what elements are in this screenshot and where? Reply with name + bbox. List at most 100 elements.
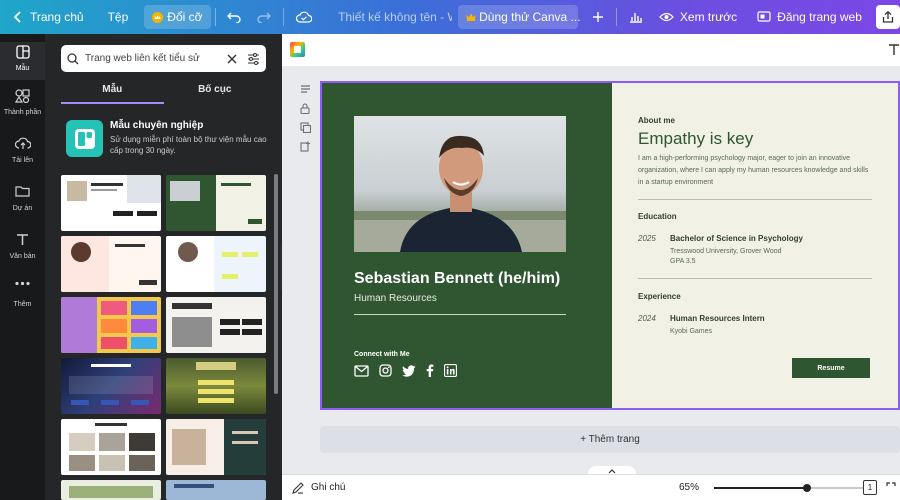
facebook-icon[interactable]: [426, 364, 434, 377]
cloud-save-button[interactable]: [288, 5, 320, 29]
notes-icon[interactable]: [300, 84, 314, 103]
profile-column: Sebastian Bennett (he/him) Human Resourc…: [322, 83, 612, 408]
thumbnail-button: [198, 389, 234, 394]
education-year[interactable]: 2025: [638, 234, 656, 243]
undo-button[interactable]: [219, 5, 249, 29]
redo-button[interactable]: [249, 5, 279, 29]
education-gpa[interactable]: GPA 3.5: [670, 258, 696, 265]
resume-button[interactable]: Resume: [792, 358, 870, 378]
thumbnail-text: [232, 441, 258, 444]
rail-label: Tải lên: [11, 157, 33, 164]
redo-icon: [257, 11, 272, 23]
fullscreen-icon[interactable]: [886, 482, 896, 494]
template-thumbnail[interactable]: [61, 419, 161, 475]
crown-icon: [152, 11, 164, 23]
template-thumbnail[interactable]: [61, 236, 161, 292]
thumbnail-text: [115, 244, 145, 247]
add-button[interactable]: [584, 5, 612, 29]
linkedin-icon[interactable]: [444, 364, 457, 377]
profile-name[interactable]: Sebastian Bennett (he/him): [354, 270, 560, 288]
template-thumbnail[interactable]: [166, 297, 266, 353]
connect-heading[interactable]: Connect with Me: [354, 351, 410, 358]
clear-icon[interactable]: [227, 54, 237, 64]
thumbnail-text: [91, 364, 131, 367]
headline[interactable]: Empathy is key: [638, 129, 753, 149]
template-thumbnail[interactable]: [166, 236, 266, 292]
details-column: About me Empathy is key I am a high-perf…: [612, 83, 898, 408]
filter-icon[interactable]: [247, 52, 260, 65]
thumbnail-block: [101, 337, 127, 349]
lock-icon[interactable]: [300, 103, 314, 122]
thumbnail-button: [248, 219, 262, 224]
crown-icon: [466, 13, 476, 22]
education-label[interactable]: Education: [638, 212, 677, 221]
notes-icon[interactable]: [292, 482, 304, 494]
experience-company[interactable]: Kyobi Games: [670, 328, 712, 335]
rail-item-more[interactable]: Thêm: [0, 281, 45, 315]
instagram-icon[interactable]: [379, 364, 392, 377]
rail-item-projects[interactable]: Dự án: [0, 185, 45, 219]
trial-label: Dùng thử Canva ...: [479, 10, 581, 24]
editor-toolbar: [282, 34, 900, 66]
page-side-tools: [300, 84, 314, 160]
duplicate-icon[interactable]: [300, 122, 314, 141]
share-button[interactable]: [875, 5, 900, 29]
profile-role[interactable]: Human Resources: [354, 293, 437, 304]
design-page[interactable]: Sebastian Bennett (he/him) Human Resourc…: [320, 81, 900, 410]
search-input[interactable]: Trang web liên kết tiểu sử: [85, 53, 223, 64]
twitter-icon[interactable]: [402, 364, 416, 377]
page-count: 1: [867, 483, 873, 492]
publish-website-button[interactable]: Đăng trang web: [749, 5, 870, 29]
rail-item-elements[interactable]: Thành phần: [0, 89, 45, 123]
template-thumbnail[interactable]: [166, 175, 266, 231]
text-style-icon[interactable]: [888, 43, 900, 56]
resize-button[interactable]: Đổi cỡ: [144, 5, 211, 29]
tab-templates[interactable]: Mẫu: [61, 82, 164, 104]
template-thumbnail[interactable]: [61, 175, 161, 231]
file-menu[interactable]: Tệp: [100, 5, 137, 29]
mail-icon[interactable]: [354, 364, 369, 377]
template-thumbnail[interactable]: [166, 419, 266, 475]
rail-item-uploads[interactable]: Tải lên: [0, 137, 45, 171]
page-count-button[interactable]: 1: [863, 480, 877, 495]
experience-year[interactable]: 2024: [638, 314, 656, 323]
thumbnail-photo: [71, 242, 91, 262]
rail-item-templates[interactable]: Mẫu: [0, 42, 45, 80]
thumbnail-button: [222, 252, 238, 257]
thumbnail-text: [174, 484, 214, 488]
experience-label[interactable]: Experience: [638, 292, 681, 301]
bar-chart-icon: [629, 11, 643, 23]
document-title[interactable]: Thiết kế không tên - Webs...: [330, 5, 452, 29]
add-page-icon[interactable]: [300, 141, 314, 160]
thumbnail-button: [222, 274, 238, 279]
rail-label: Thêm: [13, 301, 32, 308]
about-text[interactable]: I am a high-performing psychology major,…: [638, 153, 872, 189]
template-search-box[interactable]: Trang web liên kết tiểu sử: [61, 45, 266, 72]
template-thumbnail[interactable]: [61, 358, 161, 414]
insights-button[interactable]: [621, 5, 651, 29]
education-school[interactable]: Tresswood University, Grover Wood: [670, 248, 782, 255]
zoom-value[interactable]: 65%: [679, 482, 699, 493]
experience-title[interactable]: Human Resources Intern: [670, 314, 765, 323]
trial-button[interactable]: Dùng thử Canva ...: [458, 5, 581, 29]
profile-photo[interactable]: [354, 116, 566, 252]
thumbnail-panel: [61, 297, 97, 353]
color-picker-icon[interactable]: [290, 42, 305, 57]
thumbnail-text: [221, 183, 251, 186]
preview-button[interactable]: Xem trước: [651, 5, 745, 29]
add-page-button[interactable]: + Thêm trang: [320, 426, 900, 453]
about-label[interactable]: About me: [638, 116, 675, 125]
template-thumbnail[interactable]: [166, 480, 266, 500]
template-thumbnail[interactable]: [61, 480, 161, 500]
tab-layouts[interactable]: Bố cục: [164, 82, 267, 104]
template-thumbnail[interactable]: [61, 297, 161, 353]
panel-scrollbar[interactable]: [274, 174, 278, 394]
rail-item-text[interactable]: Văn bản: [0, 233, 45, 267]
zoom-slider[interactable]: [714, 484, 864, 492]
home-button[interactable]: Trang chủ: [6, 5, 92, 29]
template-thumbnail[interactable]: [166, 358, 266, 414]
zoom-slider-thumb[interactable]: [803, 484, 811, 492]
education-degree[interactable]: Bachelor of Science in Psychology: [670, 234, 803, 243]
divider: [638, 199, 872, 200]
notes-label[interactable]: Ghi chú: [311, 482, 345, 493]
